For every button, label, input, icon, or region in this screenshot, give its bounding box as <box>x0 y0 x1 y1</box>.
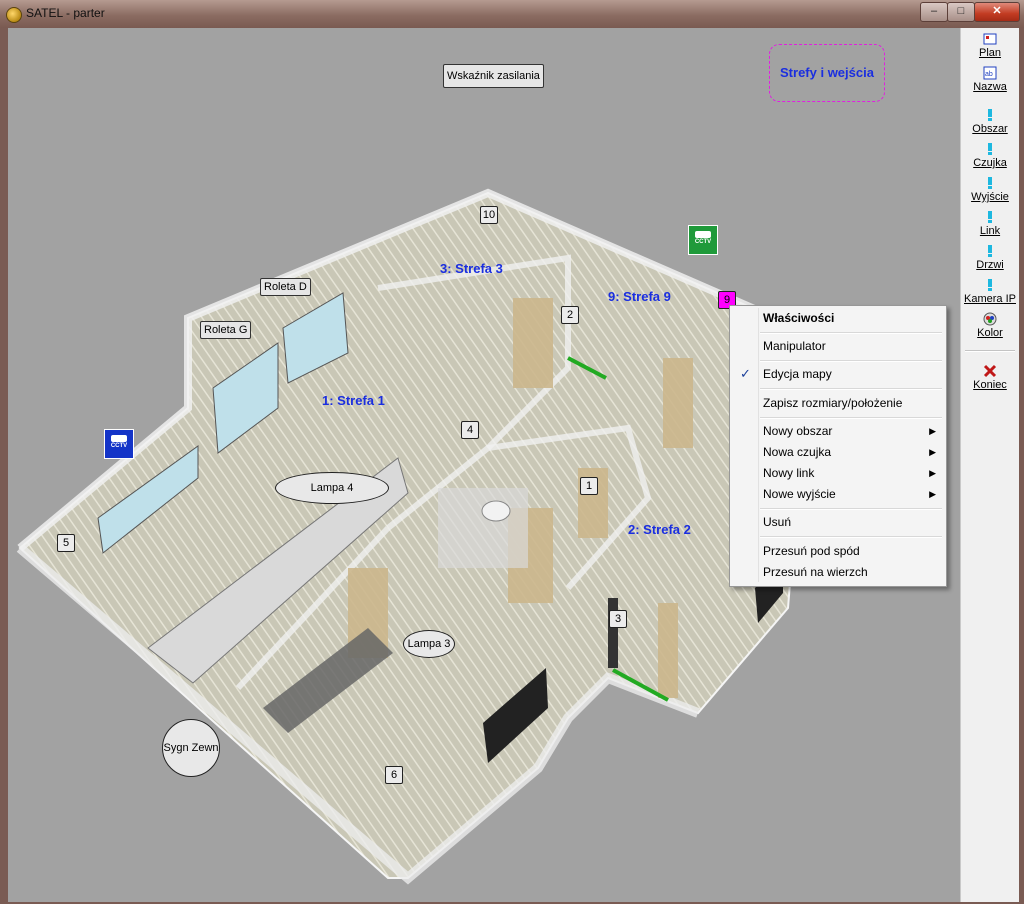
camera-icon <box>111 435 127 442</box>
tool-link[interactable]: Link <box>961 210 1019 237</box>
menu-separator <box>760 417 942 419</box>
maximize-button[interactable]: □ <box>947 2 975 22</box>
link-icon <box>988 211 992 223</box>
door-7 <box>658 603 678 698</box>
lamp-3-output[interactable]: Lampa 3 <box>403 630 455 658</box>
menu-item-properties[interactable]: Właściwości <box>730 308 946 328</box>
output-icon <box>988 177 992 189</box>
window-title: SATEL - parter <box>26 6 105 20</box>
input-marker-10[interactable]: 10 <box>480 206 498 224</box>
detector-icon <box>988 143 992 155</box>
tool-kamera-ip[interactable]: Kamera IP <box>961 278 1019 305</box>
cctv-camera-blue[interactable]: CCTV <box>104 429 134 459</box>
door-icon <box>988 245 992 257</box>
menu-item-new-area[interactable]: Nowy obszar ▶ <box>730 421 946 441</box>
menu-item-bring-front[interactable]: Przesuń na wierzch <box>730 562 946 582</box>
menu-separator <box>760 388 942 390</box>
menu-item-edit-map[interactable]: ✓ Edycja mapy <box>730 364 946 384</box>
submenu-arrow-icon: ▶ <box>929 426 936 436</box>
area-icon <box>988 109 992 121</box>
menu-separator <box>760 536 942 538</box>
tool-kolor[interactable]: Kolor <box>961 312 1019 339</box>
tool-plan[interactable]: Plan <box>961 32 1019 59</box>
tool-czujka[interactable]: Czujka <box>961 142 1019 169</box>
zone-9-label[interactable]: 9: Strefa 9 <box>608 289 671 304</box>
camera-icon <box>988 279 992 291</box>
exit-x-icon <box>983 364 997 378</box>
roleta-g-label[interactable]: Roleta G <box>200 321 252 339</box>
menu-separator <box>760 360 942 362</box>
external-siren-output[interactable]: Sygn Zewn <box>162 719 220 777</box>
name-icon: ab <box>983 66 997 80</box>
input-marker-1[interactable]: 1 <box>580 477 598 495</box>
input-marker-6[interactable]: 6 <box>385 766 403 784</box>
menu-item-delete[interactable]: Usuń <box>730 512 946 532</box>
lamp-4-output[interactable]: Lampa 4 <box>275 472 389 504</box>
minimize-button[interactable]: – <box>920 2 948 22</box>
menu-item-new-output[interactable]: Nowe wyjście ▶ <box>730 484 946 504</box>
submenu-arrow-icon: ▶ <box>929 468 936 478</box>
cctv-label: CCTV <box>694 239 712 245</box>
tool-wyjscie[interactable]: Wyjście <box>961 176 1019 203</box>
input-marker-4[interactable]: 4 <box>461 421 479 439</box>
submenu-arrow-icon: ▶ <box>929 447 936 457</box>
tool-nazwa[interactable]: ab Nazwa <box>961 66 1019 93</box>
check-icon: ✓ <box>740 366 751 381</box>
toilet <box>481 500 511 522</box>
svg-text:ab: ab <box>985 71 993 78</box>
menu-item-new-link[interactable]: Nowy link ▶ <box>730 463 946 483</box>
cctv-label: CCTV <box>110 443 128 449</box>
bathroom-fixtures <box>438 488 528 568</box>
roleta-d-label[interactable]: Roleta D <box>260 278 311 296</box>
close-button[interactable]: ✕ <box>974 2 1020 22</box>
app-icon <box>6 7 22 23</box>
input-marker-2[interactable]: 2 <box>561 306 579 324</box>
menu-separator <box>760 332 942 334</box>
power-indicator[interactable]: Wskaźnik zasilania <box>443 64 544 88</box>
cctv-camera-green[interactable]: CCTV <box>688 225 718 255</box>
camera-icon <box>695 231 711 238</box>
menu-item-send-back[interactable]: Przesuń pod spód <box>730 541 946 561</box>
door-1 <box>513 298 553 388</box>
title-bar: SATEL - parter – □ ✕ <box>0 0 1024 28</box>
toolbar-divider <box>965 350 1015 352</box>
zone-2-label[interactable]: 2: Strefa 2 <box>628 522 691 537</box>
zones-inputs-legend[interactable]: Strefy i wejścia <box>769 44 885 102</box>
door-2 <box>663 358 693 448</box>
plan-icon <box>983 33 997 45</box>
input-marker-5[interactable]: 5 <box>57 534 75 552</box>
menu-item-new-detector[interactable]: Nowa czujka ▶ <box>730 442 946 462</box>
tool-koniec[interactable]: Koniec <box>961 364 1019 391</box>
door-6 <box>608 598 618 668</box>
right-toolbar: Plan ab Nazwa Obszar Czujka Wyjście Link… <box>960 28 1019 902</box>
color-icon <box>983 312 997 326</box>
tool-obszar[interactable]: Obszar <box>961 108 1019 135</box>
tool-drzwi[interactable]: Drzwi <box>961 244 1019 271</box>
zone-3-label[interactable]: 3: Strefa 3 <box>440 261 503 276</box>
submenu-arrow-icon: ▶ <box>929 489 936 499</box>
menu-item-manipulator[interactable]: Manipulator <box>730 336 946 356</box>
menu-separator <box>760 508 942 510</box>
context-menu: Właściwości Manipulator ✓ Edycja mapy Za… <box>729 305 947 587</box>
menu-item-save-size[interactable]: Zapisz rozmiary/położenie <box>730 393 946 413</box>
input-marker-3[interactable]: 3 <box>609 610 627 628</box>
zone-1-label[interactable]: 1: Strefa 1 <box>322 393 385 408</box>
